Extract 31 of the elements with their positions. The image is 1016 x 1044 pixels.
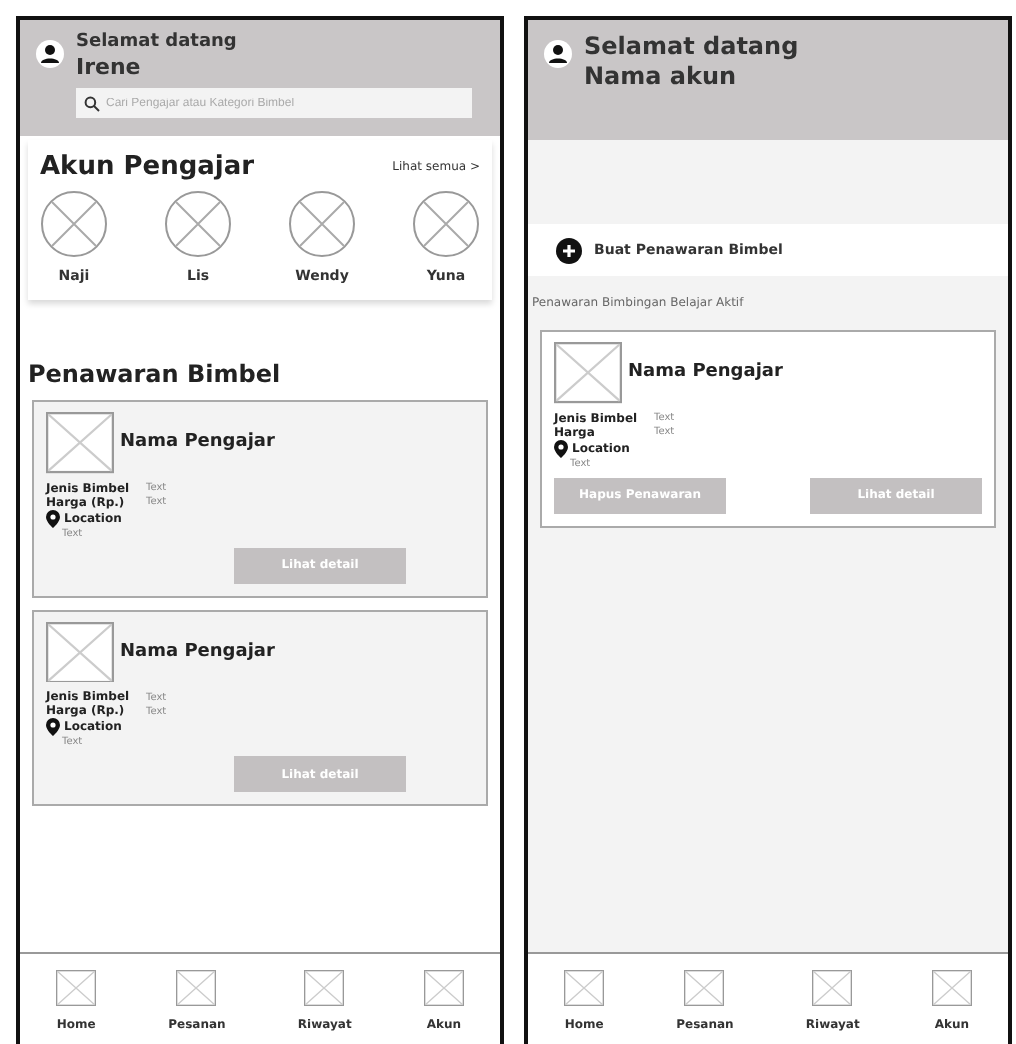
user-icon [544,40,572,68]
image-placeholder-icon [46,412,114,474]
user-name: Irene [76,54,143,80]
location-pin-icon [554,439,568,458]
image-placeholder-icon [46,621,114,683]
avatar-placeholder-icon [288,190,356,258]
user-name: Nama akun [584,62,739,90]
image-placeholder-icon [564,970,605,1006]
image-placeholder-icon [812,970,853,1006]
location-pin-icon [46,718,60,737]
plus-circle-icon [556,237,582,263]
image-placeholder-icon [423,970,464,1006]
user-icon [36,40,64,68]
teacher-name: Nama Pengajar [120,641,275,662]
image-placeholder-icon [176,970,217,1006]
teacher-name: Nama Pengajar [120,432,275,453]
avatar-placeholder-icon [164,190,232,258]
greeting-text: Selamat datang [76,32,239,52]
image-placeholder-icon [56,970,97,1006]
section-title: Akun Pengajar [40,152,255,182]
image-placeholder-icon [304,970,345,1006]
image-placeholder-icon [684,970,725,1006]
avatar-placeholder-icon [412,190,480,258]
greeting-text: Selamat datang [584,32,799,60]
location-pin-icon [46,509,60,528]
image-placeholder-icon [554,342,622,404]
image-placeholder-icon [931,970,972,1006]
avatar-placeholder-icon [40,190,108,258]
section-title: Penawaran Bimbel [28,360,283,388]
search-icon [84,95,100,111]
teacher-name: Nama Pengajar [628,362,783,383]
